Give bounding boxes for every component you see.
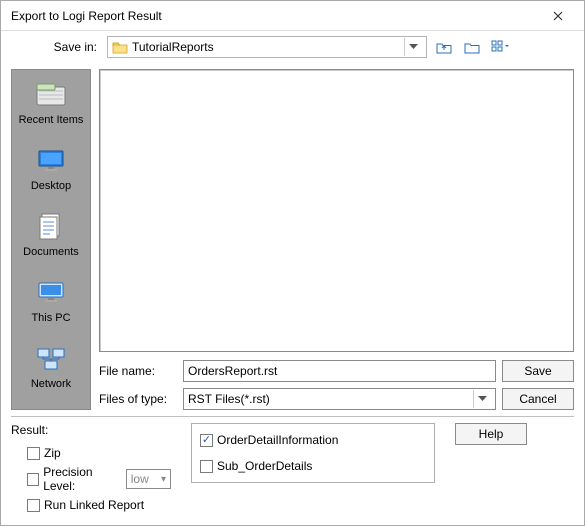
detail1-checkbox[interactable]: ✓	[200, 434, 213, 447]
chevron-down-icon: ▾	[161, 474, 166, 485]
zip-label: Zip	[44, 446, 61, 460]
detail2-label: Sub_OrderDetails	[217, 459, 312, 473]
precision-select[interactable]: low ▾	[126, 469, 171, 489]
sidebar-item-label: Documents	[23, 246, 79, 258]
documents-icon	[33, 212, 69, 242]
sidebar-item-label: This PC	[31, 312, 70, 324]
run-linked-label: Run Linked Report	[44, 498, 144, 512]
chevron-down-icon	[404, 38, 422, 56]
new-folder-icon	[464, 40, 480, 54]
cancel-button[interactable]: Cancel	[502, 388, 574, 410]
sidebar-item-label: Network	[31, 378, 71, 390]
close-button[interactable]	[538, 2, 578, 30]
view-menu-button[interactable]	[489, 36, 511, 58]
close-icon	[553, 11, 563, 21]
save-in-value: TutorialReports	[132, 40, 214, 54]
filename-row: File name: Save	[99, 360, 574, 382]
filetype-value: RST Files(*.rst)	[188, 392, 270, 406]
sidebar-item-documents[interactable]: Documents	[12, 212, 90, 258]
sidebar-item-label: Recent Items	[19, 114, 84, 126]
filename-input[interactable]	[183, 360, 496, 382]
sidebar-item-thispc[interactable]: This PC	[12, 278, 90, 324]
titlebar: Export to Logi Report Result	[1, 1, 584, 31]
save-button[interactable]: Save	[502, 360, 574, 382]
zip-checkbox[interactable]	[27, 447, 40, 460]
result-options: Result: Zip Precision Level: low ▾ Run L…	[11, 423, 171, 515]
export-dialog: Export to Logi Report Result Save in: Tu…	[0, 0, 585, 526]
detail2-checkbox[interactable]	[200, 460, 213, 473]
run-linked-checkbox[interactable]	[27, 499, 40, 512]
recent-items-icon	[33, 80, 69, 110]
file-list-area[interactable]	[99, 69, 574, 352]
filetype-label: Files of type:	[99, 392, 177, 406]
linked-reports-box: ✓ OrderDetailInformation Sub_OrderDetail…	[191, 423, 435, 483]
up-folder-button[interactable]	[433, 36, 455, 58]
folder-icon	[112, 40, 128, 54]
sidebar-item-desktop[interactable]: Desktop	[12, 146, 90, 192]
help-button[interactable]: Help	[455, 423, 527, 445]
new-folder-button[interactable]	[461, 36, 483, 58]
sidebar-item-network[interactable]: Network	[12, 344, 90, 390]
filetype-combobox[interactable]: RST Files(*.rst)	[183, 388, 496, 410]
thispc-icon	[33, 278, 69, 308]
main-column: File name: Save Files of type: RST Files…	[99, 69, 574, 410]
result-header: Result:	[11, 423, 171, 437]
precision-label: Precision Level:	[43, 465, 122, 493]
result-panel: Result: Zip Precision Level: low ▾ Run L…	[11, 416, 574, 515]
precision-value: low	[131, 472, 149, 486]
filetype-row: Files of type: RST Files(*.rst) Cancel	[99, 388, 574, 410]
sidebar-item-recent[interactable]: Recent Items	[12, 80, 90, 126]
precision-checkbox[interactable]	[27, 473, 39, 486]
desktop-icon	[33, 146, 69, 176]
view-grid-icon	[491, 40, 509, 54]
body-main: Recent Items Desktop Documents This PC	[1, 63, 584, 416]
save-in-combobox[interactable]: TutorialReports	[107, 36, 427, 58]
locations-sidebar: Recent Items Desktop Documents This PC	[11, 69, 91, 410]
save-in-label: Save in:	[11, 40, 101, 54]
detail1-label: OrderDetailInformation	[217, 433, 338, 447]
up-folder-icon	[436, 40, 452, 54]
filename-label: File name:	[99, 364, 177, 378]
window-title: Export to Logi Report Result	[11, 9, 538, 23]
sidebar-item-label: Desktop	[31, 180, 71, 192]
save-in-row: Save in: TutorialReports	[1, 31, 584, 63]
network-icon	[33, 344, 69, 374]
chevron-down-icon	[473, 390, 491, 408]
